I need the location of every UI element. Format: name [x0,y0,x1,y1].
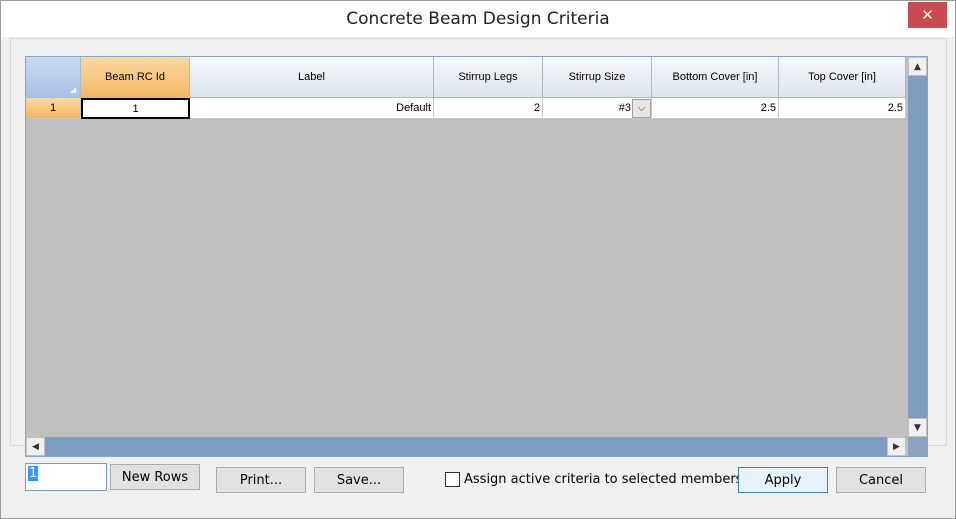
cell-stirrup-legs[interactable]: 2 [434,98,543,119]
col-header-bottom-cover[interactable]: Bottom Cover [in] [652,57,779,98]
new-rows-button[interactable]: New Rows [110,464,200,490]
cell-bottom-cover[interactable]: 2.5 [652,98,779,119]
vertical-scrollbar[interactable]: ▲ ▼ [908,57,927,437]
cell-beam-rc-id[interactable]: 1 [81,98,190,119]
table-row: 1 1 Default 2 #3 ⌵ 2.5 2.5 [26,98,906,119]
cell-stirrup-size[interactable]: #3 ⌵ [543,98,652,119]
save-button[interactable]: Save... [314,467,404,493]
scroll-corner [908,437,927,456]
horizontal-scrollbar[interactable]: ◀ ▶ [26,437,906,456]
cancel-button[interactable]: Cancel [836,467,926,493]
assign-criteria-label[interactable]: Assign active criteria to selected membe… [464,472,742,487]
title-bar: Concrete Beam Design Criteria ✕ [1,1,955,37]
col-header-top-cover[interactable]: Top Cover [in] [779,57,906,98]
window-title: Concrete Beam Design Criteria [346,9,610,29]
close-button[interactable]: ✕ [908,2,947,28]
scroll-up-icon[interactable]: ▲ [908,57,927,76]
print-button[interactable]: Print... [216,467,306,493]
chevron-down-icon[interactable]: ⌵ [632,98,651,118]
new-rows-count-input[interactable]: 1 [25,463,107,491]
row-header[interactable]: 1 [26,98,81,119]
new-rows-count-value: 1 [28,466,39,481]
col-header-label[interactable]: Label [190,57,434,98]
stirrup-size-value: #3 [618,102,631,114]
cell-top-cover[interactable]: 2.5 [779,98,906,119]
col-header-beam-rc-id[interactable]: Beam RC Id [81,57,190,98]
col-header-stirrup-size[interactable]: Stirrup Size [543,57,652,98]
close-icon: ✕ [921,6,934,24]
scroll-right-icon[interactable]: ▶ [887,437,906,456]
col-header-stirrup-legs[interactable]: Stirrup Legs [434,57,543,98]
cell-label[interactable]: Default [190,98,434,119]
scroll-left-icon[interactable]: ◀ [26,437,45,456]
grid-header: Beam RC Id Label Stirrup Legs Stirrup Si… [26,57,906,98]
assign-criteria-checkbox[interactable] [445,472,460,487]
apply-button[interactable]: Apply [738,467,828,493]
scroll-down-icon[interactable]: ▼ [908,418,927,437]
criteria-grid: Beam RC Id Label Stirrup Legs Stirrup Si… [25,56,928,457]
select-all-corner[interactable] [26,57,81,98]
